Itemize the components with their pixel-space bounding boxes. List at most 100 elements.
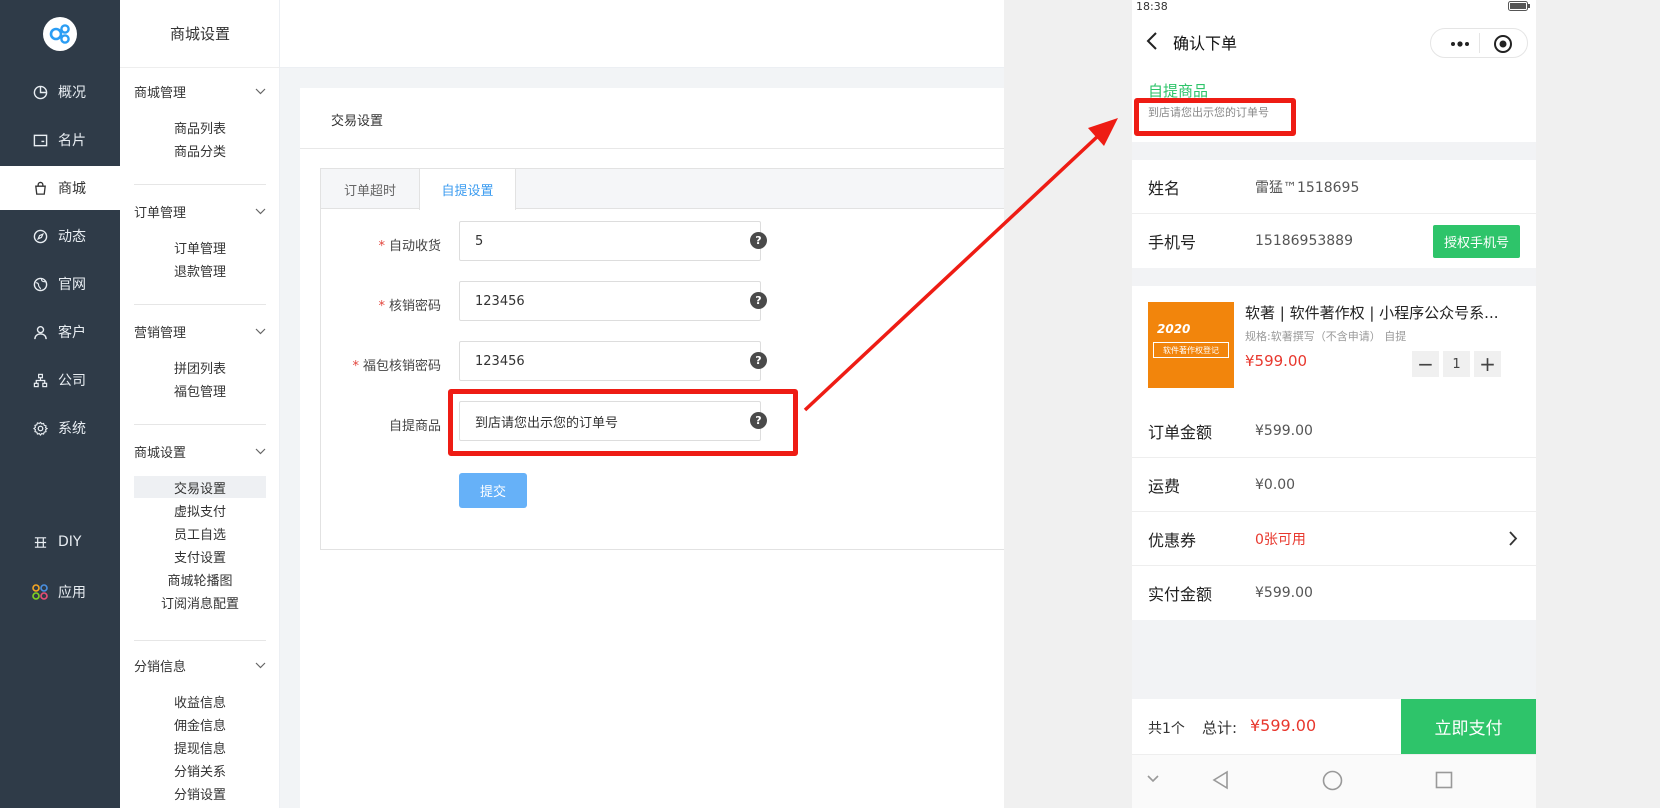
decrease-qty-button[interactable]: − [1412, 351, 1439, 377]
org-icon [32, 372, 48, 388]
row-value: ¥0.00 [1255, 476, 1296, 493]
help-icon[interactable]: ? [750, 352, 767, 369]
qty-value[interactable]: 1 [1443, 351, 1470, 377]
more-dots-icon[interactable] [1449, 34, 1471, 58]
nav-item-system[interactable]: 系统 [0, 406, 120, 450]
submenu-group-orders[interactable]: 订单管理 [134, 202, 266, 221]
submenu-item-payment-settings[interactable]: 支付设置 [134, 545, 266, 567]
nav-item-customer[interactable]: 客户 [0, 310, 120, 354]
label-text: 自提商品 [388, 419, 441, 434]
close-target-icon[interactable] [1493, 34, 1513, 58]
nav-item-card[interactable]: 名片 [0, 118, 120, 162]
submenu-item-refund-manage[interactable]: 退款管理 [134, 259, 266, 281]
user-icon [32, 324, 48, 340]
app-logo-icon [43, 17, 77, 51]
submenu-item-distribution-settings[interactable]: 分销设置 [134, 782, 266, 804]
submenu-item-order-manage[interactable]: 订单管理 [134, 236, 266, 258]
product-title[interactable]: 软著 | 软件著作权 | 小程序公众号系... [1245, 302, 1525, 323]
nav-item-website[interactable]: 官网 [0, 262, 120, 306]
nav-item-label: 客户 [58, 325, 86, 341]
submenu-item-trade-settings[interactable]: 交易设置 [134, 476, 266, 498]
home-circle-icon[interactable] [1322, 770, 1343, 795]
status-bar: 18:38 [1132, 0, 1536, 14]
bag-icon [32, 180, 48, 196]
field-label-pickup-product: 自提商品 [321, 415, 441, 434]
bag-verify-password-input[interactable] [459, 341, 761, 381]
row-label: 订单金额 [1148, 422, 1213, 442]
nav-item-moments[interactable]: 动态 [0, 214, 120, 258]
submenu-item-group-buy[interactable]: 拼团列表 [134, 356, 266, 378]
paid-amount-row: 实付金额 ¥599.00 [1132, 566, 1536, 620]
submenu-item-distribution-relations[interactable]: 分销关系 [134, 759, 266, 781]
recents-square-icon[interactable] [1435, 771, 1453, 793]
nav-item-company[interactable]: 公司 [0, 358, 120, 402]
submenu-item-virtual-pay[interactable]: 虚拟支付 [134, 499, 266, 521]
phone-preview: 18:38 确认下单 自提商品 到店请您出示您的订单号 姓名 雷猛™151869… [1132, 0, 1536, 808]
chevron-right-icon [1508, 530, 1518, 551]
nav-item-label: 动态 [58, 229, 86, 245]
help-icon[interactable]: ? [750, 232, 767, 249]
divider [1479, 33, 1480, 53]
submenu-group-marketing[interactable]: 营销管理 [134, 322, 266, 341]
pay-now-button[interactable]: 立即支付 [1401, 699, 1536, 754]
product-spec: 规格:软著撰写（不含申请） 自提 [1245, 330, 1407, 343]
apps-grid-icon [32, 584, 48, 600]
tab-bar: 订单超时 自提设置 [321, 169, 1007, 210]
nav-item-diy[interactable]: DIY [0, 520, 120, 564]
auto-receive-input[interactable] [459, 221, 761, 261]
card-icon [32, 132, 48, 148]
required-mark: * [378, 299, 385, 314]
divider [134, 304, 266, 305]
group-label: 订单管理 [134, 206, 187, 221]
verify-password-input[interactable] [459, 281, 761, 321]
nav-item-label: 应用 [58, 585, 86, 601]
shipping-row: 运费 ¥0.00 [1132, 458, 1536, 512]
nav-item-label: 系统 [58, 421, 86, 437]
group-label: 商城设置 [134, 446, 187, 461]
back-triangle-icon[interactable] [1211, 770, 1229, 794]
coupon-row[interactable]: 优惠券 0张可用 [1132, 512, 1536, 566]
submenu-item-subscription-msg[interactable]: 订阅消息配置 [134, 591, 266, 613]
product-thumbnail[interactable]: 2020 软件著作权登记 [1148, 302, 1234, 388]
name-row: 姓名 雷猛™1518695 [1132, 160, 1536, 214]
submenu-item-staff-pick[interactable]: 员工自选 [134, 522, 266, 544]
increase-qty-button[interactable]: + [1474, 351, 1501, 377]
tab-pickup-settings[interactable]: 自提设置 [419, 169, 516, 210]
submenu-item-carousel[interactable]: 商城轮播图 [134, 568, 266, 590]
submenu-group-distribution[interactable]: 分销信息 [134, 656, 266, 675]
divider [134, 184, 266, 185]
nav-item-overview[interactable]: 概况 [0, 70, 120, 114]
divider [134, 640, 266, 641]
required-mark: * [352, 359, 359, 374]
tab-order-timeout[interactable]: 订单超时 [321, 169, 419, 209]
nav-item-apps[interactable]: 应用 [0, 570, 120, 614]
submit-button[interactable]: 提交 [459, 473, 527, 508]
checkout-bar: 共1个 总计: ¥599.00 立即支付 [1132, 699, 1536, 754]
back-arrow-icon[interactable] [1146, 31, 1158, 55]
tab-panel: 订单超时 自提设置 *自动收货 ? *核销密码 ? *福包核销密码 ? 自提商品… [320, 168, 1008, 550]
nav-item-mall[interactable]: 商城 [0, 166, 120, 210]
submenu-item-lucky-bag[interactable]: 福包管理 [134, 379, 266, 401]
total-label: 总计: [1202, 719, 1238, 737]
chevron-down-icon [255, 444, 266, 459]
chevron-down-icon [255, 658, 266, 673]
row-value: ¥599.00 [1255, 585, 1313, 601]
submenu-item-product-category[interactable]: 商品分类 [134, 139, 266, 161]
label-text: 自动收货 [388, 239, 441, 254]
row-label: 手机号 [1148, 233, 1197, 252]
submenu-item-withdrawals[interactable]: 提现信息 [134, 736, 266, 758]
order-amount-row: 订单金额 ¥599.00 [1132, 404, 1536, 458]
submenu-title: 商城设置 [120, 0, 280, 68]
authorize-phone-button[interactable]: 授权手机号 [1433, 225, 1520, 258]
group-label: 营销管理 [134, 326, 187, 341]
submenu-item-earnings[interactable]: 收益信息 [134, 690, 266, 712]
field-label-verify-password: * 核销密码 [321, 295, 441, 314]
submenu-item-product-list[interactable]: 商品列表 [134, 116, 266, 138]
help-icon[interactable]: ? [750, 292, 767, 309]
row-value: 15186953889 [1255, 233, 1353, 249]
submenu-item-commission[interactable]: 佣金信息 [134, 713, 266, 735]
field-label-auto-receive: * 自动收货 [321, 235, 441, 254]
chevron-down-icon[interactable] [1146, 773, 1160, 788]
submenu-group-mall[interactable]: 商城管理 [134, 82, 266, 101]
submenu-group-mall-settings[interactable]: 商城设置 [134, 442, 266, 461]
